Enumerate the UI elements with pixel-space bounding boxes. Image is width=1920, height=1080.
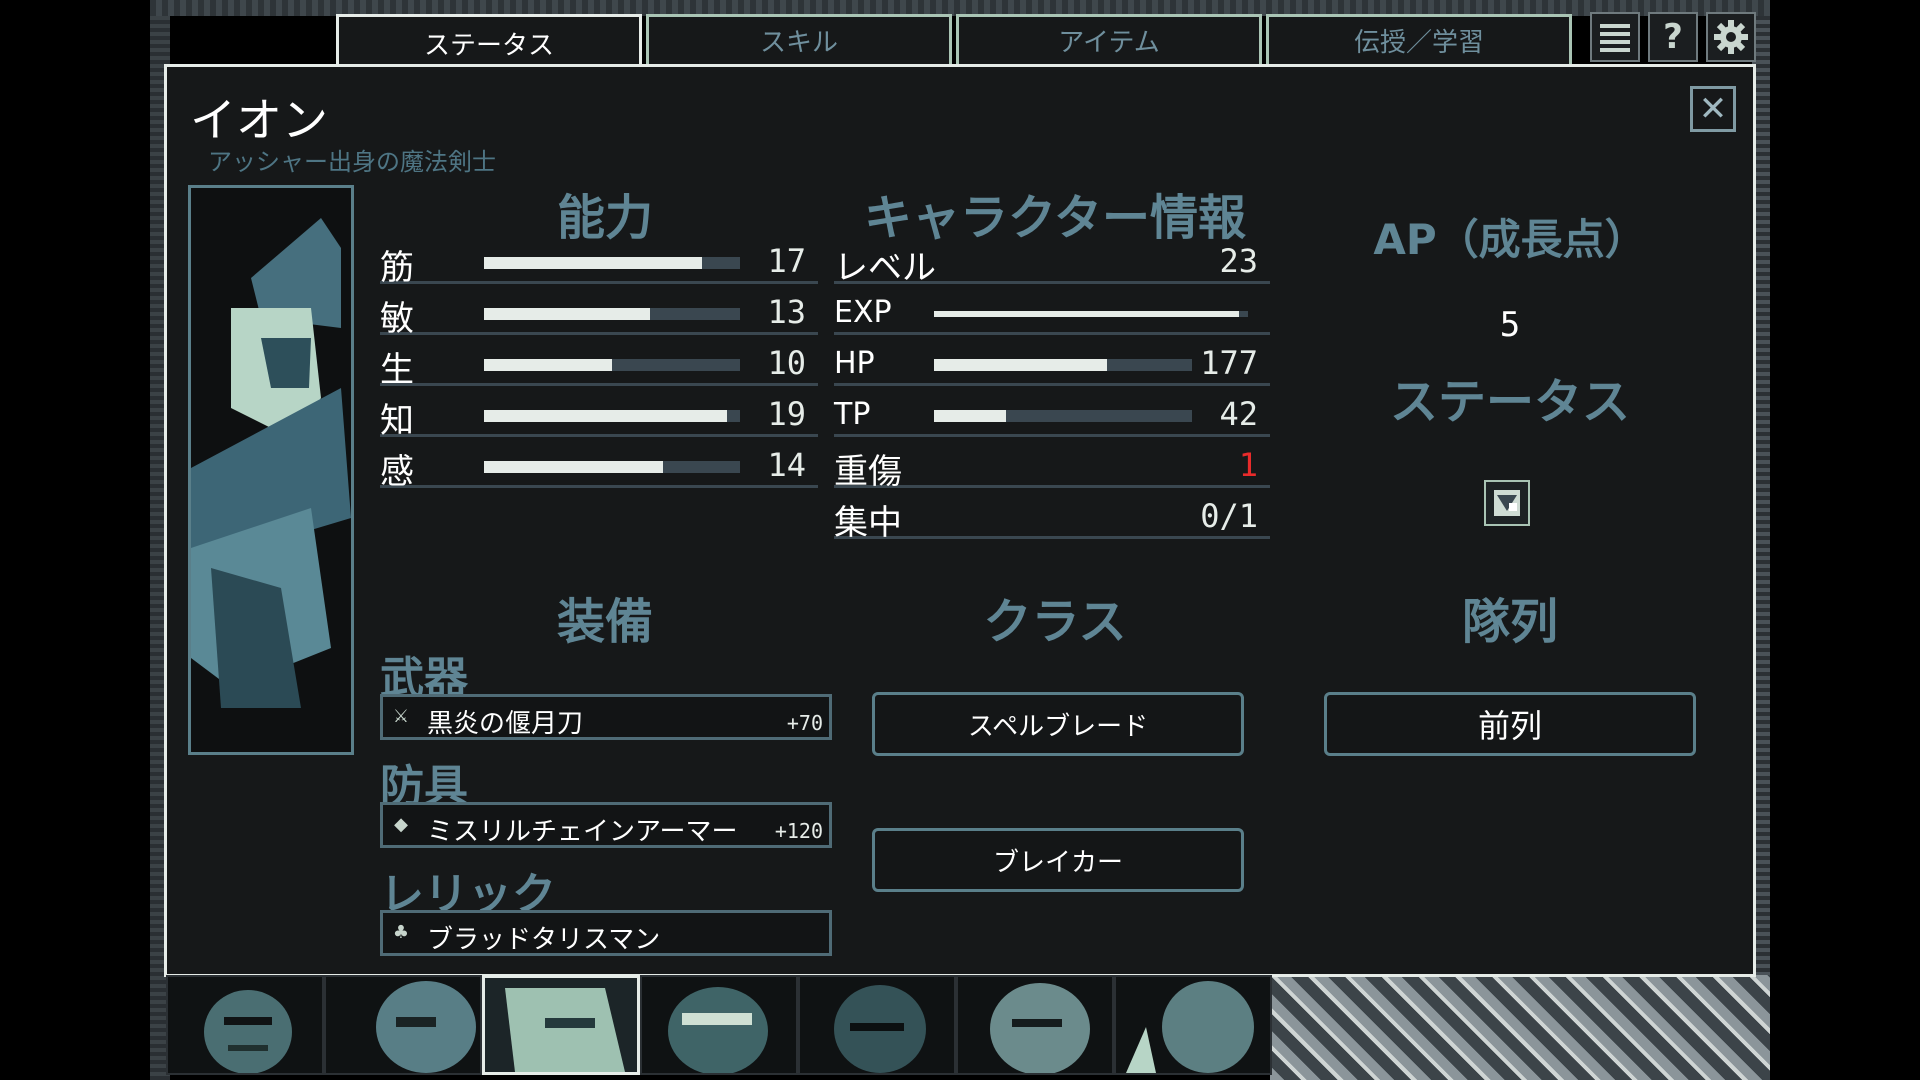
severe-wound-label: 重傷 — [834, 452, 902, 492]
stat-row-dex: 敏 13 — [380, 289, 818, 339]
close-button[interactable]: ✕ — [1690, 86, 1736, 132]
party-member-portrait[interactable] — [1114, 975, 1272, 1075]
party-member-portrait[interactable] — [640, 975, 798, 1075]
menu-tabs: ステータス スキル アイテム 伝授／学習 — [336, 14, 1576, 70]
severe-wound-value: 1 — [1238, 446, 1258, 484]
secondary-class-button[interactable]: ブレイカー — [872, 828, 1244, 892]
tp-value: 42 — [1219, 395, 1258, 433]
background-map-texture — [1270, 975, 1770, 1080]
ap-value: 5 — [1499, 305, 1521, 345]
stat-bar — [484, 308, 740, 320]
sword-icon: ⚔ — [392, 706, 410, 727]
level-value: 23 — [1219, 242, 1258, 280]
info-row-level: レベル 23 — [834, 238, 1270, 288]
status-effect-icon[interactable] — [1484, 480, 1530, 526]
stat-bar — [484, 257, 740, 269]
party-member-portrait[interactable] — [798, 975, 956, 1075]
exp-label: EXP — [834, 295, 892, 330]
gear-icon[interactable] — [1706, 12, 1756, 62]
tp-label: TP — [834, 397, 871, 432]
status-title: ステータス — [1389, 374, 1630, 430]
help-icon[interactable]: ? — [1648, 12, 1698, 62]
stat-row-str: 筋 17 — [380, 238, 818, 288]
armor-slot[interactable]: ◆ ミスリルチェインアーマー +120 — [380, 802, 832, 848]
list-icon[interactable] — [1590, 12, 1640, 62]
ap-title: AP（成長点） — [1373, 215, 1647, 264]
stat-row-per: 感 14 — [380, 442, 818, 492]
class-title: クラス — [983, 594, 1127, 650]
stat-bar — [484, 359, 740, 371]
party-member-portrait-selected[interactable] — [482, 975, 640, 1075]
character-subtitle: アッシャー出身の魔法剣士 — [208, 148, 496, 176]
armor-name: ミスリルチェインアーマー — [427, 817, 738, 847]
level-label: レベル — [834, 248, 936, 288]
stat-label: 敏 — [380, 299, 414, 339]
stat-value: 10 — [767, 344, 806, 382]
talisman-icon: ♣ — [392, 922, 410, 943]
relic-name: ブラッドタリスマン — [427, 925, 661, 955]
stat-label: 生 — [380, 350, 414, 390]
stat-value: 14 — [767, 446, 806, 484]
focus-label: 集中 — [834, 503, 902, 543]
party-member-portrait[interactable] — [324, 975, 482, 1075]
stat-row-vit: 生 10 — [380, 340, 818, 390]
stat-value: 19 — [767, 395, 806, 433]
exp-bar — [934, 311, 1248, 317]
weapon-bonus: +70 — [786, 711, 823, 735]
stat-value: 13 — [767, 293, 806, 331]
info-row-focus: 集中 0/1 — [834, 493, 1270, 543]
character-portrait — [188, 185, 354, 755]
party-bar — [166, 975, 1272, 1080]
hp-bar — [934, 359, 1192, 371]
tab-status[interactable]: ステータス — [336, 14, 642, 70]
stat-value: 17 — [767, 242, 806, 280]
top-icon-bar: ? — [1590, 12, 1756, 62]
tab-teach-learn[interactable]: 伝授／学習 — [1266, 14, 1572, 64]
tp-bar — [934, 410, 1192, 422]
stat-row-int: 知 19 — [380, 391, 818, 441]
tab-items[interactable]: アイテム — [956, 14, 1262, 64]
hp-label: HP — [834, 346, 875, 381]
relic-slot[interactable]: ♣ ブラッドタリスマン — [380, 910, 832, 956]
armor-icon: ◆ — [394, 814, 408, 835]
stat-bar — [484, 461, 740, 473]
stat-label: 筋 — [380, 248, 414, 288]
info-row-hp: HP 177 — [834, 340, 1270, 386]
party-member-portrait[interactable] — [956, 975, 1114, 1075]
close-icon: ✕ — [1698, 89, 1728, 129]
stat-label: 感 — [380, 452, 414, 492]
focus-value: 0/1 — [1200, 497, 1258, 535]
formation-button[interactable]: 前列 — [1324, 692, 1696, 756]
primary-class-button[interactable]: スペルブレード — [872, 692, 1244, 756]
info-row-exp: EXP — [834, 289, 1270, 335]
equipment-title: 装備 — [556, 594, 653, 650]
formation-title: 隊列 — [1461, 594, 1558, 650]
character-name: イオン — [190, 93, 328, 147]
weapon-slot[interactable]: ⚔ 黒炎の偃月刀 +70 — [380, 694, 832, 740]
info-row-severe-wound: 重傷 1 — [834, 442, 1270, 492]
party-member-portrait[interactable] — [166, 975, 324, 1075]
stat-label: 知 — [380, 401, 414, 441]
armor-bonus: +120 — [774, 819, 823, 843]
info-row-tp: TP 42 — [834, 391, 1270, 437]
weapon-name: 黒炎の偃月刀 — [427, 709, 584, 739]
hp-value: 177 — [1200, 344, 1258, 382]
tab-skills[interactable]: スキル — [646, 14, 952, 64]
stat-bar — [484, 410, 740, 422]
